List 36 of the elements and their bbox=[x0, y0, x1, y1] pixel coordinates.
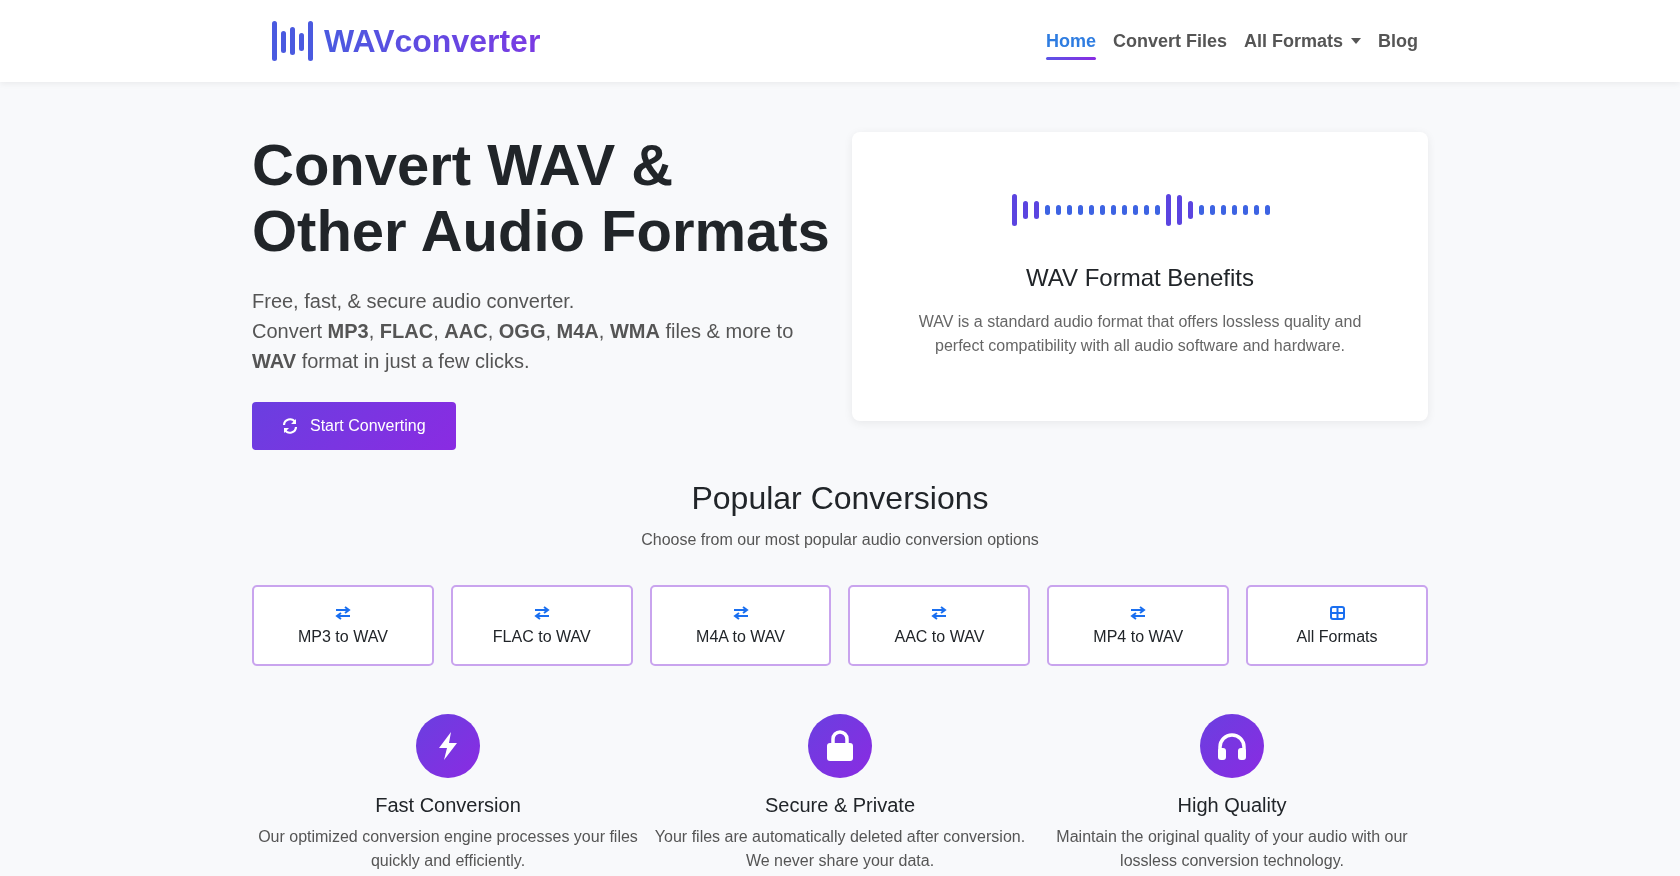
conversion-button[interactable]: M4A to WAV bbox=[649, 585, 832, 666]
section-title: Popular Conversions bbox=[690, 480, 990, 517]
swap-arrows-icon bbox=[334, 605, 351, 620]
conversion-button[interactable]: MP3 to WAV bbox=[252, 585, 434, 666]
nav-link[interactable]: Blog bbox=[1378, 22, 1418, 60]
nav-link[interactable]: Home bbox=[1045, 22, 1096, 60]
conversion-button[interactable]: MP4 to WAV bbox=[1047, 585, 1230, 666]
grid-icon bbox=[1329, 605, 1345, 620]
nav-link[interactable]: Convert Files bbox=[1112, 22, 1227, 60]
swap-arrows-icon bbox=[533, 605, 550, 620]
hero-title: Convert WAV & Other Audio Formats bbox=[252, 132, 831, 264]
section-subtitle: Choose from our most popular audio conversion options bbox=[640, 531, 1040, 549]
swap-arrows-icon bbox=[1130, 605, 1147, 620]
lightning-icon bbox=[436, 731, 460, 761]
card-title: WAV Format Benefits bbox=[1025, 264, 1255, 292]
feature-title: High Quality bbox=[1177, 794, 1287, 817]
headphones-icon bbox=[1216, 731, 1248, 761]
refresh-icon bbox=[282, 418, 298, 434]
caret-icon bbox=[1351, 38, 1361, 44]
feature-title: Secure & Private bbox=[764, 794, 916, 817]
swap-arrows-icon bbox=[732, 605, 749, 620]
feature-title: Fast Conversion bbox=[375, 794, 521, 817]
lock-icon bbox=[826, 730, 854, 762]
conversion-button[interactable]: AAC to WAV bbox=[848, 585, 1031, 666]
swap-arrows-icon bbox=[931, 605, 948, 620]
feature-text: Our optimized conversion engine processes your files quickly and efficiently. bbox=[258, 827, 638, 871]
feature-text: Maintain the original quality of your audio with our lossless conversion technology. bbox=[1055, 827, 1409, 871]
feature-text: Your files are automatically deleted after conversion. We never share your data. bbox=[653, 827, 1027, 871]
hero-text: Convert MP3, FLAC, AAC, OGG, M4A, WMA files & more to WAV format in just a few clicks. bbox=[252, 319, 795, 374]
start-converting-button[interactable]: Start Converting bbox=[252, 402, 456, 450]
logo-icon bbox=[272, 21, 314, 61]
card-text: WAV is a standard audio format that offers lossless quality and perfect compatibility with all audio software and hardware. bbox=[917, 312, 1363, 356]
conversion-button[interactable]: All Formats bbox=[1246, 585, 1428, 666]
nav-link[interactable]: All Formats bbox=[1243, 22, 1361, 60]
conversion-button[interactable]: FLAC to WAV bbox=[450, 585, 633, 666]
hero-text: Free, fast, & secure audio converter. bbox=[252, 289, 576, 314]
